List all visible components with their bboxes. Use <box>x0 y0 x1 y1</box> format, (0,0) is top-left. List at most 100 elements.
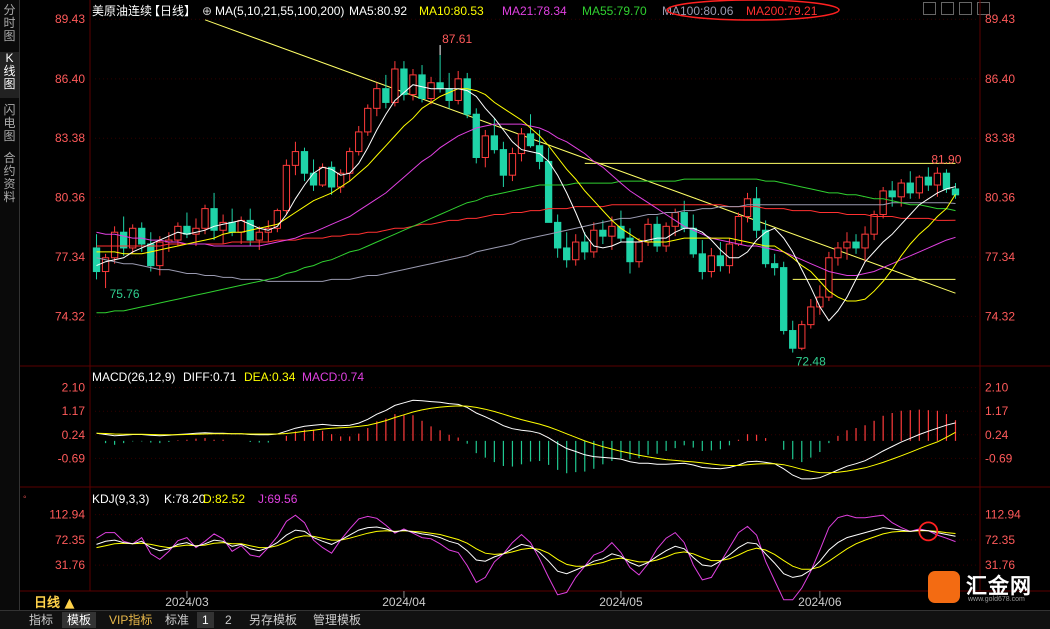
kdj-d-line <box>96 530 956 570</box>
candle-body <box>463 78 471 115</box>
date-label: 2024/03 <box>165 595 209 609</box>
candle-body <box>590 229 598 253</box>
candle-body <box>436 82 444 90</box>
candle-body <box>481 135 489 158</box>
tab-0[interactable]: 指标 <box>24 612 58 628</box>
candle-body <box>563 247 571 261</box>
macd-tick-label-right: -0.69 <box>985 451 1013 465</box>
macd-diff-line <box>96 399 956 480</box>
candle-body <box>725 243 734 267</box>
candle-body <box>517 133 526 155</box>
candle-body <box>780 267 788 332</box>
logo-icon <box>928 571 960 603</box>
candle-body <box>508 153 517 176</box>
price-tick-label-left: 80.36 <box>55 191 85 205</box>
macd-params: MACD(26,12,9) <box>92 370 175 384</box>
tab-7[interactable]: 管理模板 <box>308 612 366 628</box>
candle-body <box>138 227 146 245</box>
candle-body <box>789 330 797 349</box>
candle-body <box>364 107 372 133</box>
low-label: 72.48 <box>796 355 826 369</box>
candle-body <box>924 176 933 186</box>
candle-body <box>798 324 806 349</box>
high-label: 87.61 <box>442 32 472 46</box>
macd-tick-label-right: 1.17 <box>985 404 1009 418</box>
price-tick-label-right: 77.34 <box>985 250 1015 264</box>
kdj-tick-label-right: 72.35 <box>985 533 1015 547</box>
candle-body <box>933 172 942 186</box>
kdj-k-value: K:78.20 <box>164 492 206 506</box>
tab-1[interactable]: 模板 <box>62 612 97 628</box>
candle-body <box>897 182 905 198</box>
candle-body <box>698 253 706 273</box>
candle-body <box>689 227 697 255</box>
kdj-j-line <box>96 514 956 601</box>
candle-body <box>318 166 327 186</box>
candle-body <box>228 221 236 233</box>
tab-4[interactable]: 1 <box>197 612 214 628</box>
bottom-toolbar: 指标 模板 VIP指标 标准 1 2 另存模板 管理模板 <box>0 610 1050 629</box>
candle-body <box>707 255 716 273</box>
candle-body <box>544 160 553 223</box>
candle-body <box>743 198 752 217</box>
ma-value-label: MA55:79.70 <box>582 4 647 18</box>
tab-5[interactable]: 2 <box>220 612 237 628</box>
candle-body <box>346 151 354 174</box>
candle-body <box>490 135 499 151</box>
tab-3[interactable]: 标准 <box>160 612 194 628</box>
sidebar-item-flash[interactable]: 闪电图 <box>0 104 19 144</box>
candle-body <box>110 231 119 259</box>
start-low-label: 75.76 <box>110 287 140 301</box>
candle-body <box>770 263 779 269</box>
kdj-j-value: J:69.56 <box>258 492 298 506</box>
macd-tick-label-left: -0.69 <box>58 451 86 465</box>
candle-body <box>526 133 535 147</box>
candle-body <box>834 247 842 259</box>
instrument-name: 美原油连续 <box>92 3 152 18</box>
macd-dea-value: DEA:0.34 <box>244 370 296 384</box>
price-tick-label-right: 80.36 <box>985 191 1015 205</box>
period-selector[interactable]: 日线 ▲ <box>34 595 75 610</box>
tab-6[interactable]: 另存模板 <box>244 612 302 628</box>
macd-tick-label-right: 0.24 <box>985 428 1009 442</box>
ma-value-label: MA10:80.53 <box>419 4 484 18</box>
candle-body <box>906 182 914 194</box>
date-label: 2024/06 <box>798 595 842 609</box>
candle-body <box>852 241 860 249</box>
candle-body <box>373 88 381 109</box>
candle-body <box>183 225 191 235</box>
candle-body <box>282 164 291 212</box>
macd-diff-value: DIFF:0.71 <box>183 370 237 384</box>
date-label: 2024/05 <box>599 595 643 609</box>
price-tick-label-left: 83.38 <box>55 131 85 145</box>
candle-body <box>382 88 390 103</box>
candle-body <box>499 149 508 176</box>
logo-url: www.gold678.com <box>968 596 1025 603</box>
ma-value-label: MA200:79.21 <box>746 4 818 18</box>
candle-body <box>291 151 300 166</box>
macd-dea-line <box>96 405 956 474</box>
kdj-d-value: D:82.52 <box>203 492 245 506</box>
kdj-tick-label-right: 112.94 <box>985 508 1021 522</box>
ma-line-ma21 <box>96 123 956 276</box>
price-tick-label-right: 86.40 <box>985 72 1015 86</box>
macd-tick-label-left: 0.24 <box>62 428 86 442</box>
date-label: 2024/04 <box>382 595 426 609</box>
kdj-k-line <box>96 526 956 578</box>
candle-body <box>391 68 399 103</box>
kdj-params: KDJ(9,3,3) <box>92 492 149 506</box>
candle-body <box>870 214 878 235</box>
candle-body <box>581 241 589 253</box>
kdj-tick-label-left: 72.35 <box>55 533 85 547</box>
price-tick-label-right: 83.38 <box>985 131 1015 145</box>
macd-tick-label-right: 2.10 <box>985 381 1009 395</box>
period-label: 【日线】 <box>148 4 196 18</box>
candle-body <box>879 190 887 216</box>
sidebar-item-timeshare[interactable]: 分时图 <box>0 4 19 44</box>
sidebar-item-kline[interactable]: K线图 <box>0 52 19 98</box>
tab-2[interactable]: VIP指标 <box>104 612 157 628</box>
sidebar-item-contract[interactable]: 合约资料 <box>0 152 19 208</box>
chart-canvas[interactable]: 89.43 89.43 86.40 86.40 83.38 83.38 80.36 80.36… <box>20 0 1050 610</box>
ma-value-label: MA21:78.34 <box>502 4 567 18</box>
ma-params: MA(5,10,21,55,100,200) <box>215 4 344 18</box>
